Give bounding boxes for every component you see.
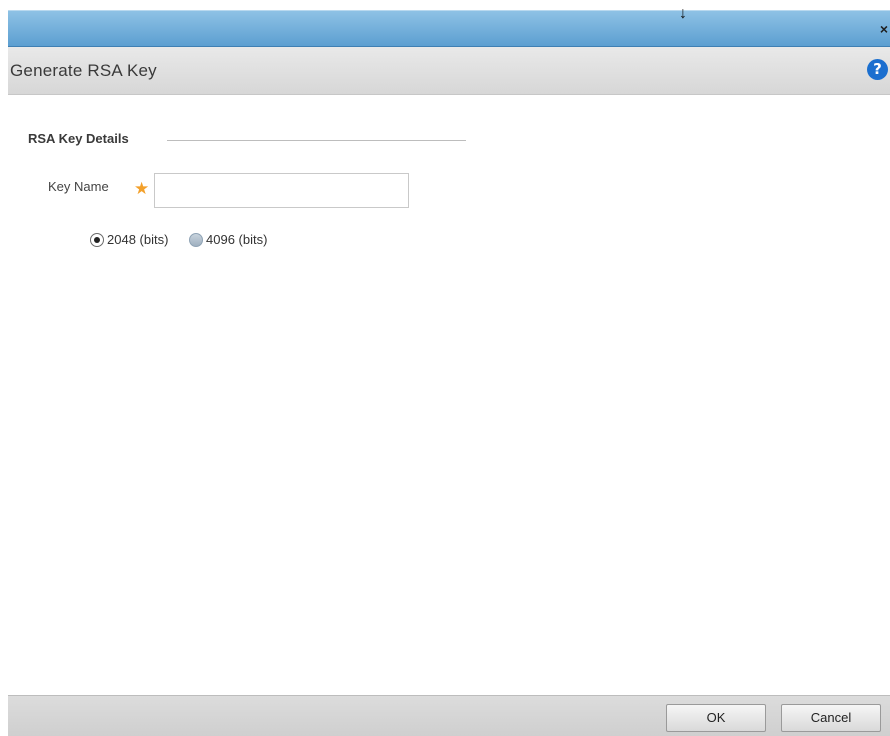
radio-2048-label[interactable]: 2048 (bits) [107,232,168,247]
dialog-footer: OK Cancel [8,695,890,736]
key-name-input[interactable] [154,173,409,208]
page-title: Generate RSA Key [10,61,157,80]
section-divider [167,140,466,141]
radio-4096-bits[interactable] [189,233,203,247]
section-title: RSA Key Details [28,131,129,146]
required-star-icon: ★ [134,179,150,198]
ok-button[interactable]: OK [666,704,766,732]
drag-arrow-icon: ↓ [679,5,687,22]
radio-2048-bits[interactable] [90,233,104,247]
close-icon[interactable]: × [880,22,888,36]
cancel-button[interactable]: Cancel [781,704,881,732]
dialog-header: Generate RSA Key ? [8,47,890,95]
radio-selected-dot [94,237,100,243]
dialog-titlebar[interactable]: ↓ × [8,5,890,47]
radio-4096-label[interactable]: 4096 (bits) [206,232,267,247]
key-name-label: Key Name [48,179,109,194]
help-icon[interactable]: ? [867,59,888,80]
